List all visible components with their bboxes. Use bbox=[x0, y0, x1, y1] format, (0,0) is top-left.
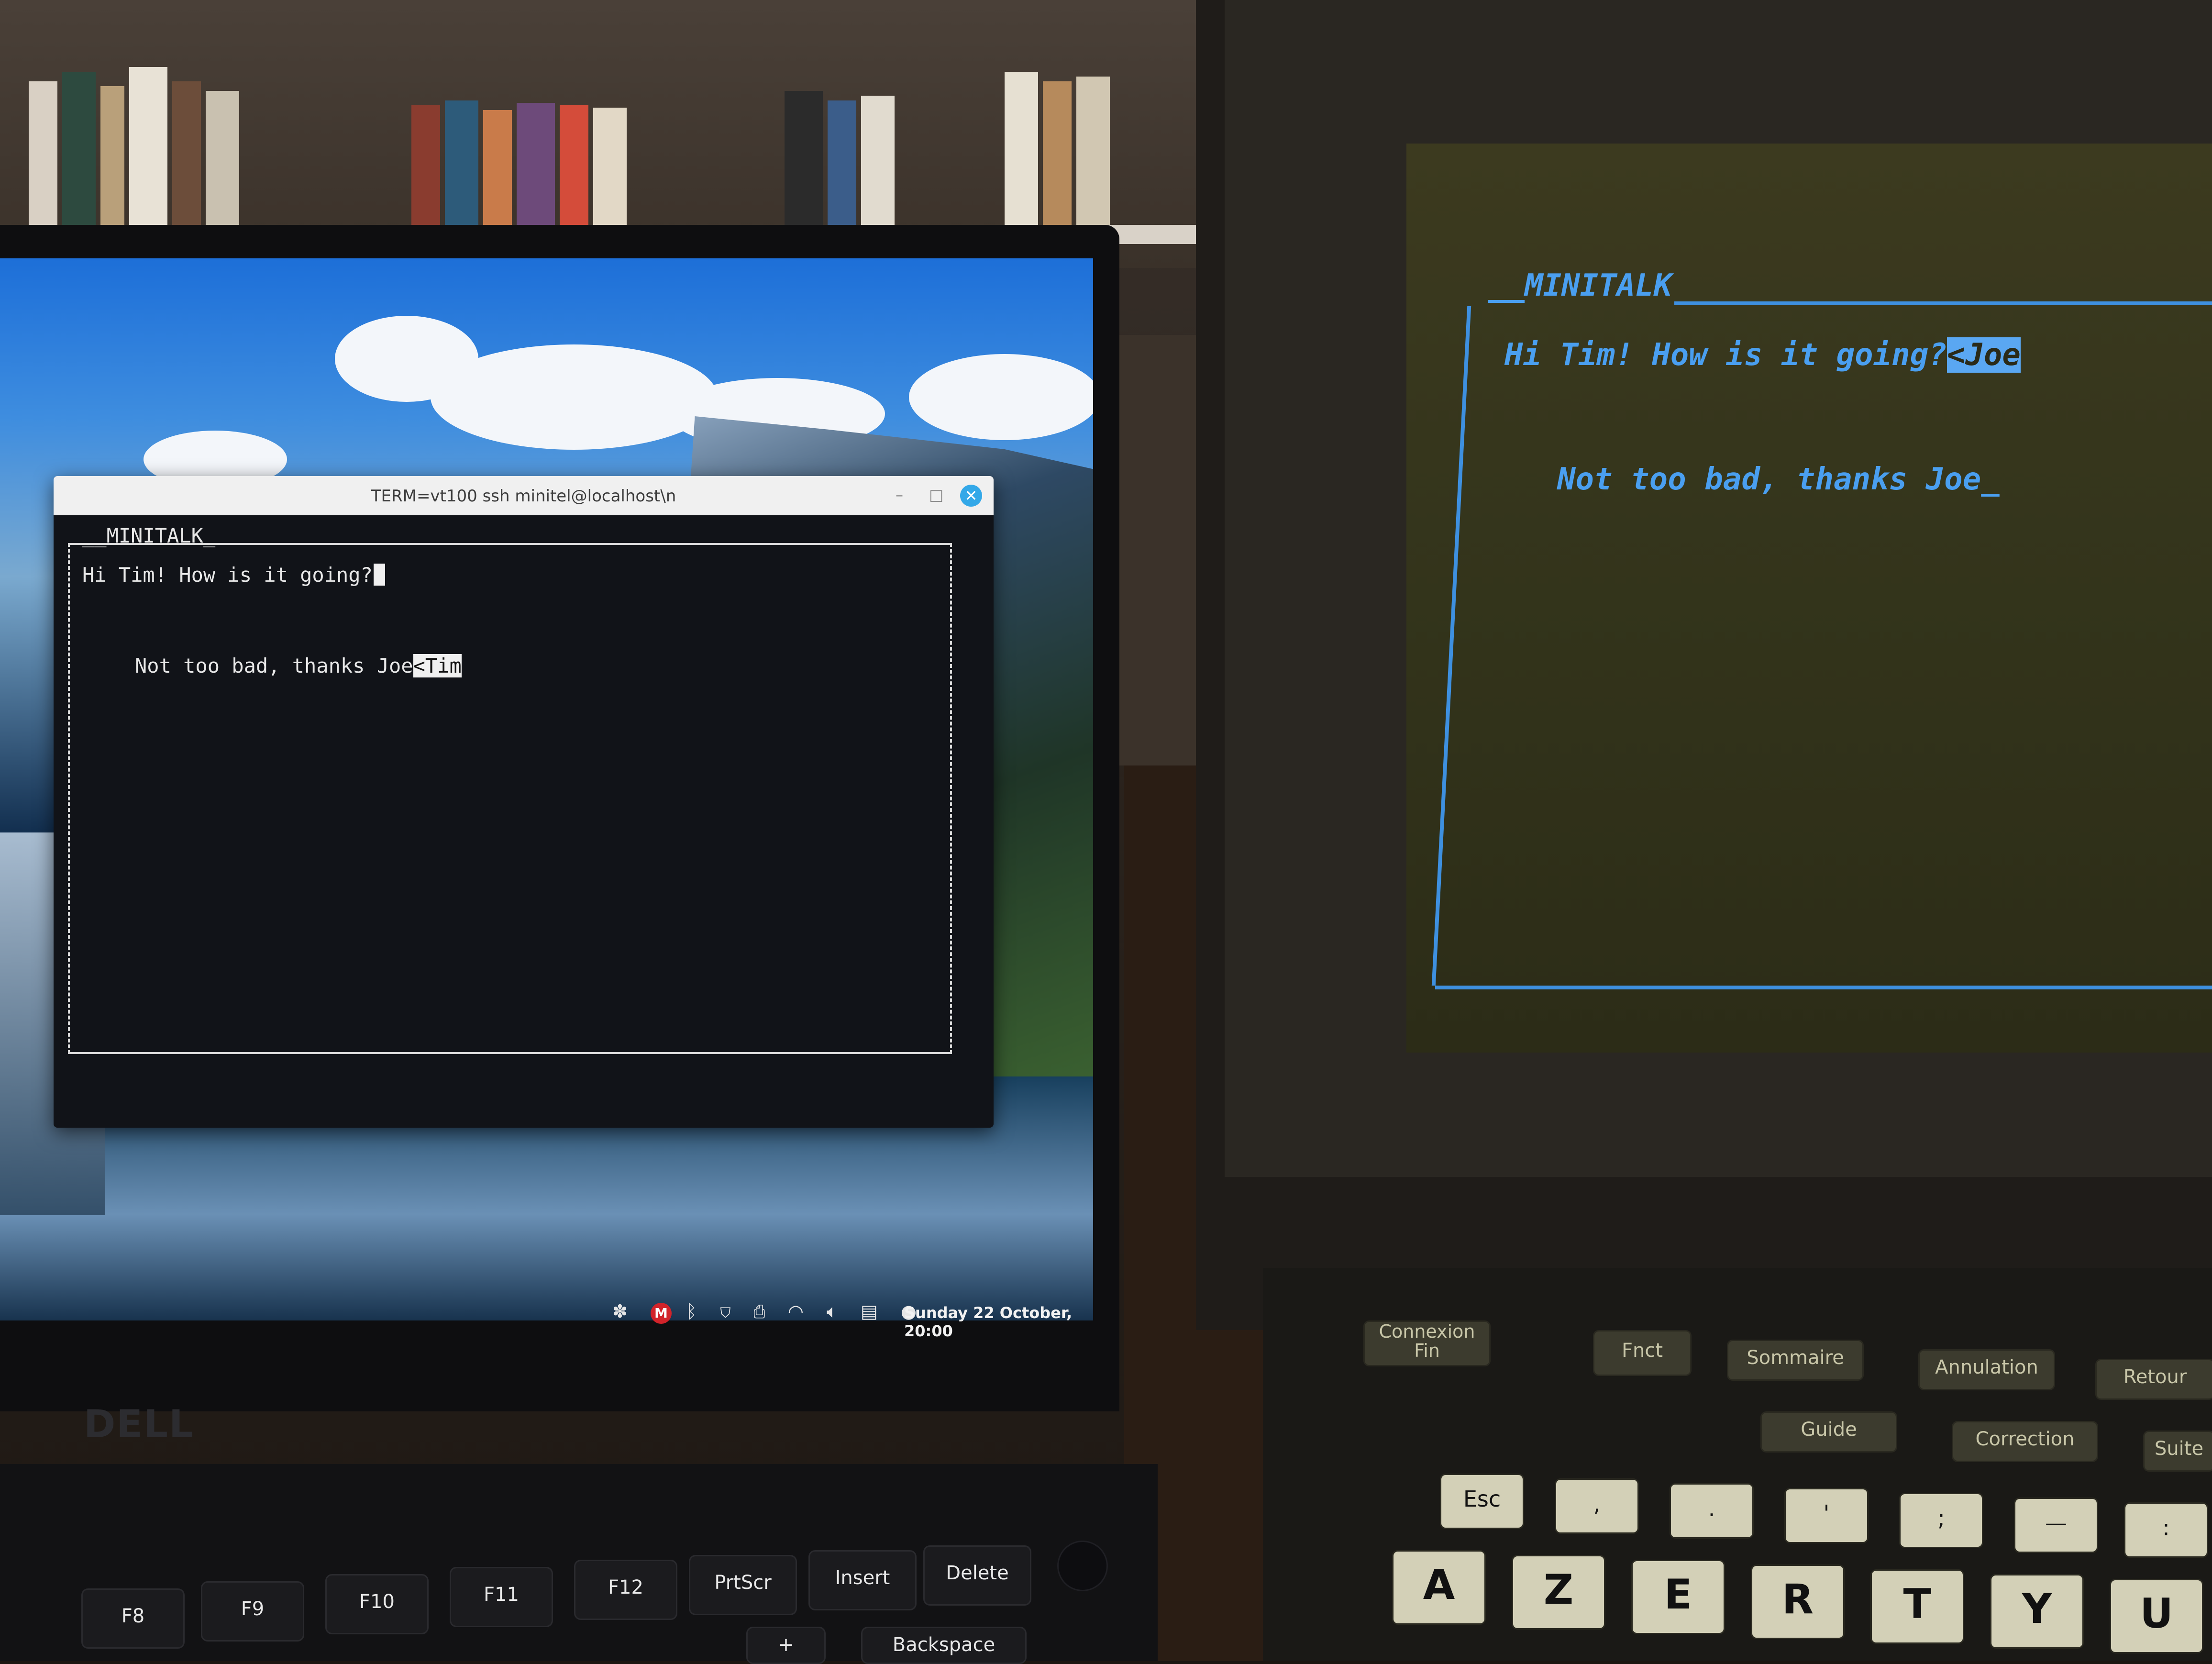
key-delete[interactable]: Delete bbox=[923, 1545, 1031, 1606]
minitel-incoming-text: Hi Tim! How is it going? bbox=[1504, 337, 1947, 373]
slack-icon[interactable]: ✽ bbox=[612, 1301, 636, 1322]
key-suite[interactable]: Suite bbox=[2143, 1431, 2212, 1472]
key-dash[interactable]: — bbox=[2014, 1498, 2098, 1553]
window-title: TERM=vt100 ssh minitel@localhost\n bbox=[371, 487, 676, 506]
minitalk-heading: __MINITALK_ bbox=[82, 524, 216, 547]
key-guide[interactable]: Guide bbox=[1760, 1411, 1897, 1453]
terminal-body[interactable]: __MINITALK_ Hi Tim! How is it going? Not… bbox=[54, 515, 994, 1128]
key-correction[interactable]: Correction bbox=[1952, 1421, 2098, 1462]
minitel-outgoing: Not too bad, thanks Joe_ bbox=[1557, 462, 2000, 497]
key-insert[interactable]: Insert bbox=[808, 1550, 917, 1610]
minitel-incoming: Hi Tim! How is it going?<Joe bbox=[1504, 337, 2021, 373]
key-period[interactable]: . bbox=[1670, 1483, 1754, 1539]
system-tray: ✽ M ᛒ ⛉ ⎙ ◠ 🔈︎ ▤ ● Sunday 22 October, 20… bbox=[612, 1294, 1093, 1340]
key-comma[interactable]: , bbox=[1555, 1478, 1639, 1534]
bluetooth-icon[interactable]: ᛒ bbox=[686, 1301, 706, 1322]
tray-icons: ✽ M ᛒ ⛉ ⎙ ◠ 🔈︎ ▤ ● bbox=[612, 1301, 925, 1324]
terminal-window[interactable]: TERM=vt100 ssh minitel@localhost\n – □ ✕… bbox=[54, 476, 994, 1128]
key-r[interactable]: R bbox=[1751, 1564, 1845, 1639]
minitel-heading: __MINITALK bbox=[1488, 268, 1672, 303]
terminal-titlebar[interactable]: TERM=vt100 ssh minitel@localhost\n – □ ✕ bbox=[54, 476, 994, 515]
power-button[interactable] bbox=[1057, 1541, 1108, 1591]
key-prtscr[interactable]: PrtScr bbox=[689, 1555, 797, 1615]
maximize-button[interactable]: □ bbox=[929, 486, 943, 504]
key-u[interactable]: U bbox=[2110, 1579, 2203, 1653]
minitel-frame-left bbox=[1431, 306, 1471, 986]
key-retour[interactable]: Retour bbox=[2095, 1359, 2212, 1400]
minitalk-frame bbox=[68, 543, 952, 1054]
key-semicolon[interactable]: ; bbox=[1899, 1493, 1983, 1548]
wifi-icon[interactable]: ◠ bbox=[788, 1301, 812, 1322]
volume-icon[interactable]: 🔈︎ bbox=[827, 1301, 846, 1322]
clock[interactable]: Sunday 22 October, 20:00 bbox=[904, 1304, 1093, 1340]
shield-icon[interactable]: ⛉ bbox=[720, 1301, 740, 1322]
outgoing-message: Not too bad, thanks Joe<Tim bbox=[135, 654, 462, 677]
key-apostrophe[interactable]: ' bbox=[1784, 1488, 1869, 1543]
clipboard-icon[interactable]: ▤ bbox=[861, 1301, 886, 1322]
key-sommaire[interactable]: Sommaire bbox=[1727, 1340, 1864, 1381]
key-plus[interactable]: + bbox=[746, 1627, 826, 1664]
key-z[interactable]: Z bbox=[1512, 1555, 1605, 1630]
key-connexion-fin[interactable]: Connexion Fin bbox=[1363, 1320, 1491, 1366]
key-t[interactable]: T bbox=[1870, 1569, 1964, 1644]
incoming-text: Hi Tim! How is it going? bbox=[82, 563, 373, 587]
sender-tag: <Tim bbox=[413, 654, 462, 677]
outgoing-text: Not too bad, thanks Joe bbox=[135, 654, 413, 677]
key-a[interactable]: A bbox=[1392, 1550, 1486, 1625]
text-cursor bbox=[373, 564, 385, 586]
minitel-sender-tag: <Joe bbox=[1947, 337, 2021, 373]
dell-logo: DELL bbox=[84, 1402, 195, 1446]
key-f8[interactable]: F8 bbox=[81, 1588, 185, 1649]
key-f9[interactable]: F9 bbox=[201, 1581, 304, 1642]
minitel-frame-bottom bbox=[1435, 986, 2212, 989]
key-f11[interactable]: F11 bbox=[450, 1567, 553, 1627]
key-fnct[interactable]: Fnct bbox=[1593, 1330, 1692, 1376]
incoming-message: Hi Tim! How is it going? bbox=[82, 563, 385, 587]
minitel-screen: __MINITALK Hi Tim! How is it going?<Joe … bbox=[1406, 144, 2212, 1053]
key-backspace[interactable]: Backspace bbox=[861, 1627, 1027, 1664]
key-colon[interactable]: : bbox=[2124, 1502, 2208, 1558]
minimize-button[interactable]: – bbox=[896, 486, 903, 504]
key-annulation[interactable]: Annulation bbox=[1918, 1349, 2055, 1390]
key-y[interactable]: Y bbox=[1990, 1574, 2084, 1649]
printer-icon[interactable]: ⎙ bbox=[754, 1301, 774, 1322]
close-button[interactable]: ✕ bbox=[960, 485, 982, 507]
key-f12[interactable]: F12 bbox=[574, 1560, 677, 1620]
minitel-frame-top bbox=[1674, 301, 2212, 305]
key-f10[interactable]: F10 bbox=[325, 1574, 429, 1634]
minitel-display: __MINITALK Hi Tim! How is it going?<Joe … bbox=[1406, 144, 2212, 1053]
gmail-icon[interactable]: M bbox=[650, 1303, 672, 1324]
key-e[interactable]: E bbox=[1631, 1560, 1725, 1634]
key-esc[interactable]: Esc bbox=[1440, 1474, 1524, 1529]
